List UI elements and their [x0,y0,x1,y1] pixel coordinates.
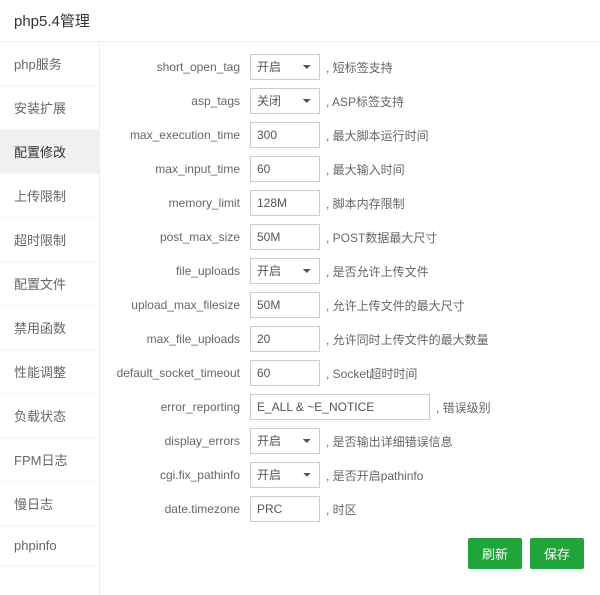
sidebar-item-6[interactable]: 禁用函数 [0,306,99,350]
setting-label: memory_limit [100,196,250,210]
setting-desc: , Socket超时时间 [320,365,417,382]
setting-row-error_reporting: error_reporting , 错误级别 [100,394,600,420]
setting-label: display_errors [100,434,250,448]
setting-row-display_errors: display_errors开启关闭, 是否输出详细错误信息 [100,428,600,454]
setting-select-short_open_tag[interactable]: 开启关闭 [250,54,320,80]
setting-input-max_file_uploads[interactable] [250,326,320,352]
setting-desc: , 短标签支持 [320,59,393,76]
sidebar-item-7[interactable]: 性能调整 [0,350,99,394]
setting-row-max_file_uploads: max_file_uploads , 允许同时上传文件的最大数量 [100,326,600,352]
sidebar-item-4[interactable]: 超时限制 [0,218,99,262]
refresh-button[interactable]: 刷新 [468,538,522,569]
sidebar-item-9[interactable]: FPM日志 [0,438,99,482]
save-button[interactable]: 保存 [530,538,584,569]
setting-select-cgi.fix_pathinfo[interactable]: 开启关闭 [250,462,320,488]
setting-desc: , POST数据最大尺寸 [320,229,437,246]
setting-desc: , ASP标签支持 [320,93,404,110]
setting-desc: , 允许同时上传文件的最大数量 [320,331,489,348]
sidebar-item-2[interactable]: 配置修改 [0,130,99,174]
setting-label: asp_tags [100,94,250,108]
setting-row-upload_max_filesize: upload_max_filesize , 允许上传文件的最大尺寸 [100,292,600,318]
page-title: php5.4管理 [0,0,600,42]
setting-label: post_max_size [100,230,250,244]
setting-select-file_uploads[interactable]: 开启关闭 [250,258,320,284]
setting-label: error_reporting [100,400,250,414]
setting-row-memory_limit: memory_limit , 脚本内存限制 [100,190,600,216]
setting-desc: , 脚本内存限制 [320,195,405,212]
setting-row-asp_tags: asp_tags开启关闭, ASP标签支持 [100,88,600,114]
setting-label: cgi.fix_pathinfo [100,468,250,482]
setting-label: short_open_tag [100,60,250,74]
setting-desc: , 是否允许上传文件 [320,263,429,280]
setting-row-default_socket_timeout: default_socket_timeout , Socket超时时间 [100,360,600,386]
setting-row-max_input_time: max_input_time , 最大输入时间 [100,156,600,182]
sidebar-item-11[interactable]: phpinfo [0,526,99,566]
setting-select-display_errors[interactable]: 开启关闭 [250,428,320,454]
setting-label: max_execution_time [100,128,250,142]
sidebar-item-0[interactable]: php服务 [0,42,99,86]
setting-input-error_reporting[interactable] [250,394,430,420]
settings-panel: short_open_tag开启关闭, 短标签支持asp_tags开启关闭, A… [100,42,600,595]
setting-label: file_uploads [100,264,250,278]
setting-label: date.timezone [100,502,250,516]
sidebar-item-1[interactable]: 安装扩展 [0,86,99,130]
setting-desc: , 是否输出详细错误信息 [320,433,453,450]
setting-desc: , 时区 [320,501,357,518]
sidebar-item-3[interactable]: 上传限制 [0,174,99,218]
setting-input-post_max_size[interactable] [250,224,320,250]
setting-desc: , 允许上传文件的最大尺寸 [320,297,465,314]
setting-input-max_execution_time[interactable] [250,122,320,148]
setting-label: upload_max_filesize [100,298,250,312]
sidebar-item-10[interactable]: 慢日志 [0,482,99,526]
setting-input-max_input_time[interactable] [250,156,320,182]
sidebar: php服务安装扩展配置修改上传限制超时限制配置文件禁用函数性能调整负载状态FPM… [0,42,100,595]
sidebar-item-5[interactable]: 配置文件 [0,262,99,306]
setting-row-cgi.fix_pathinfo: cgi.fix_pathinfo开启关闭, 是否开启pathinfo [100,462,600,488]
setting-desc: , 是否开启pathinfo [320,467,423,484]
setting-label: default_socket_timeout [100,366,250,380]
setting-input-upload_max_filesize[interactable] [250,292,320,318]
setting-row-short_open_tag: short_open_tag开启关闭, 短标签支持 [100,54,600,80]
setting-row-max_execution_time: max_execution_time , 最大脚本运行时间 [100,122,600,148]
setting-desc: , 最大脚本运行时间 [320,127,429,144]
setting-row-file_uploads: file_uploads开启关闭, 是否允许上传文件 [100,258,600,284]
setting-input-memory_limit[interactable] [250,190,320,216]
sidebar-item-8[interactable]: 负载状态 [0,394,99,438]
setting-label: max_file_uploads [100,332,250,346]
setting-row-date.timezone: date.timezone , 时区 [100,496,600,522]
setting-row-post_max_size: post_max_size , POST数据最大尺寸 [100,224,600,250]
setting-input-default_socket_timeout[interactable] [250,360,320,386]
setting-desc: , 最大输入时间 [320,161,405,178]
setting-label: max_input_time [100,162,250,176]
setting-desc: , 错误级别 [430,399,491,416]
setting-input-date.timezone[interactable] [250,496,320,522]
setting-select-asp_tags[interactable]: 开启关闭 [250,88,320,114]
